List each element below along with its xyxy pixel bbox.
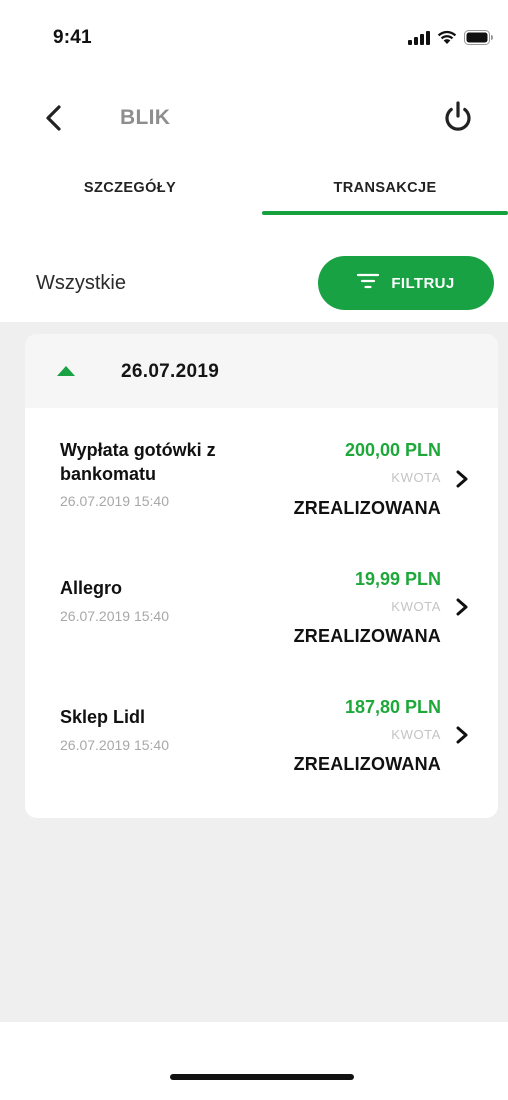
back-button[interactable] [44,102,84,138]
blik-transactions-screen: 9:41 BLIK SZCZEGÓŁY TRANSAKCJE Wszystkie… [0,0,508,1100]
transaction-amount-label: KWOTA [391,727,441,742]
transaction-name: Wypłata gotówki z bankomatu [60,440,216,484]
transaction-amount: 187,80 PLN [344,697,441,717]
transaction-amount-label: KWOTA [391,599,441,614]
status-bar: 9:41 [0,0,508,80]
transaction-amount: 200,00 PLN [344,440,441,460]
header: BLIK [0,80,508,160]
group-date: 26.07.2019 [121,361,220,382]
transaction-amount-label: KWOTA [391,470,441,485]
home-indicator[interactable] [170,1074,354,1080]
page-title: BLIK [120,106,171,129]
transaction-row[interactable]: Sklep Lidl 26.07.2019 15:40 187,80 PLN K… [25,680,498,808]
status-time: 9:41 [53,27,92,48]
transaction-name: Sklep Lidl [60,707,146,727]
transaction-datetime: 26.07.2019 15:40 [60,608,169,624]
date-group-header[interactable]: 26.07.2019 [25,334,498,408]
active-tab-indicator [262,211,508,215]
filter-button[interactable]: FILTRUJ [318,256,494,310]
chevron-left-icon [44,104,62,136]
transaction-status: ZREALIZOWANA [293,498,441,518]
filter-row: Wszystkie FILTRUJ [0,240,508,322]
power-icon [442,100,474,139]
logout-button[interactable] [436,98,480,140]
tab-bar: SZCZEGÓŁY TRANSAKCJE [0,170,508,218]
transaction-row[interactable]: Wypłata gotówki z bankomatu 26.07.2019 1… [25,424,498,552]
status-icons [408,30,494,50]
chevron-right-icon [454,726,470,744]
transaction-name: Allegro [60,578,123,598]
battery-icon [464,30,494,50]
transaction-status: ZREALIZOWANA [293,626,441,646]
transaction-status: ZREALIZOWANA [293,754,441,774]
chevron-right-icon [454,598,470,616]
transaction-datetime: 26.07.2019 15:40 [60,737,169,753]
filter-label: Wszystkie [36,272,126,294]
bottom-bar [0,1022,508,1100]
transaction-datetime: 26.07.2019 15:40 [60,493,169,509]
filter-icon [357,273,380,294]
transactions-card: 26.07.2019 Wypłata gotówki z bankomatu 2… [25,334,498,818]
caret-up-icon [57,366,75,376]
transaction-amount: 19,99 PLN [354,569,441,589]
tab-szczegoly[interactable]: SZCZEGÓŁY [40,170,220,218]
chevron-right-icon [454,470,470,488]
signal-icon [408,30,430,50]
transaction-row[interactable]: Allegro 26.07.2019 15:40 19,99 PLN KWOTA… [25,552,498,680]
wifi-icon [437,30,457,50]
filter-button-label: FILTRUJ [391,274,455,292]
